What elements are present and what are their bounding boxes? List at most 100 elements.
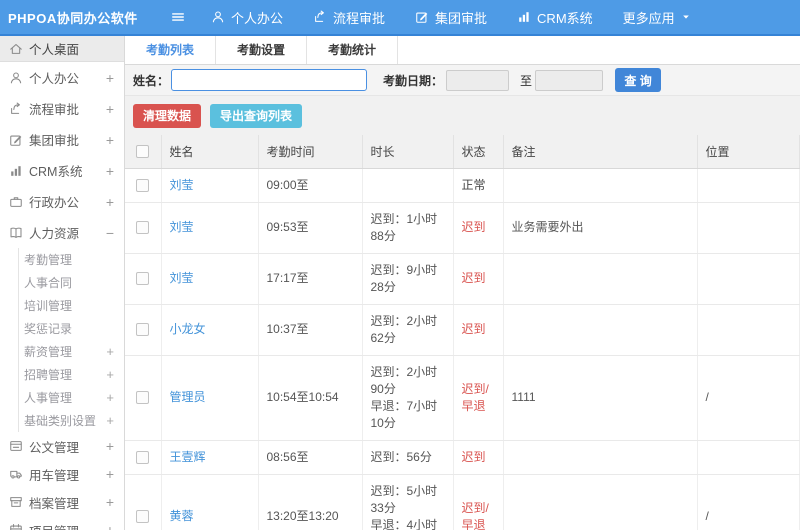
nav-item[interactable]: 个人办公 [211,8,283,27]
expand-icon[interactable]: + [106,194,116,210]
date-to-input[interactable] [535,69,604,91]
table-row: 王壹辉 08:56至 迟到：56分 迟到 [125,440,800,475]
location-cell: / [697,355,800,441]
name-cell: 小龙女 [161,304,259,356]
archive-icon [9,495,23,509]
expand-icon[interactable]: + [106,466,116,482]
status-badge: 迟到 [461,271,486,285]
user-icon [9,71,23,85]
nav-item[interactable]: 集团审批 [415,8,487,27]
row-checkbox-cell [125,253,162,305]
nav-item[interactable]: 流程审批 [313,8,385,27]
sidebar-item[interactable]: 用车管理 + [0,460,124,488]
duration-line: 迟到：2小时90分 [370,364,438,396]
tab-item[interactable]: 考勤设置 [216,36,308,64]
nav-item[interactable]: 更多应用 [623,8,691,27]
attendance-time-cell: 09:00至 [258,168,363,203]
duration-line: 早退：7小时10分 [370,398,438,430]
duration-cell: 迟到：2小时62分 [362,304,454,356]
status-badge: 正常 [461,177,486,192]
sidebar-subitem[interactable]: 基础类别设置 + [19,409,124,432]
employee-name-link[interactable]: 刘莹 [170,178,194,192]
briefcase-icon [9,195,23,209]
expand-icon[interactable]: + [106,132,116,148]
attendance-table: 姓名 考勤时间 时长 状态 备注 位置 刘莹 09:00至 正常 刘莹 09:53至 迟到：1小时8… [125,135,800,530]
sidebar-item[interactable]: 个人桌面 [0,36,124,62]
employee-name-link[interactable]: 黄蓉 [170,509,194,523]
sidebar-item[interactable]: 集团审批 + [0,124,124,155]
export-list-button[interactable]: 导出查询列表 [210,103,303,128]
expand-icon[interactable]: + [106,163,116,179]
nav-item-label: 个人办公 [231,10,284,26]
tab-bar: 考勤列表 考勤设置 考勤统计 [125,36,800,65]
column-header: 备注 [503,135,698,169]
sidebar-subitem[interactable]: 人事合同 [19,271,124,294]
expand-icon[interactable]: + [106,413,114,428]
expand-icon[interactable]: + [106,344,114,359]
sidebar-subitem[interactable]: 人事管理 + [19,386,124,409]
sidebar-subitem[interactable]: 招聘管理 + [19,363,124,386]
duration-cell [362,168,454,203]
location-cell [697,202,800,254]
tab-item[interactable]: 考勤统计 [307,36,399,64]
row-checkbox[interactable] [136,272,150,286]
expand-icon[interactable]: + [106,367,114,382]
caret-down-icon [681,12,691,22]
sidebar-subitem-label: 人事合同 [24,276,73,290]
hamburger-menu-button[interactable] [171,10,185,24]
status-badge: 迟到/早退 [461,500,489,531]
status-badge: 迟到 [461,322,486,336]
sidebar-subitem-label: 培训管理 [24,299,73,313]
expand-icon[interactable]: + [106,70,116,86]
table-row: 刘莹 09:53至 迟到：1小时88分 迟到 业务需要外出 [125,202,800,254]
column-header: 时长 [362,135,454,169]
date-from-input[interactable] [446,69,510,91]
row-checkbox[interactable] [136,323,150,337]
edit-icon [9,133,23,147]
sidebar-subitem[interactable]: 考勤管理 [19,248,124,271]
clean-data-button[interactable]: 清理数据 [133,103,202,128]
employee-name-link[interactable]: 王壹辉 [170,450,206,464]
employee-name-link[interactable]: 刘莹 [170,220,194,234]
sidebar-item[interactable]: CRM系统 + [0,155,124,186]
expand-icon[interactable]: + [106,390,114,405]
sidebar-item[interactable]: 公文管理 + [0,432,124,460]
sidebar-subitem[interactable]: 薪资管理 + [19,340,124,363]
row-checkbox-cell [125,440,162,475]
duration-cell: 迟到：2小时90分 早退：7小时10分 [362,355,454,441]
sidebar-item[interactable]: 项目管理+ [0,516,124,530]
select-all-checkbox[interactable] [136,145,150,159]
expand-icon[interactable]: + [106,101,116,117]
expand-icon[interactable]: + [106,522,116,530]
document-icon [9,439,23,453]
sidebar-item[interactable]: 流程审批 + [0,93,124,124]
name-filter-input[interactable] [171,69,368,91]
sidebar-item[interactable]: 档案管理 + [0,488,124,516]
collapse-icon[interactable]: − [106,225,116,241]
duration-cell: 迟到：9小时28分 [362,253,454,305]
expand-icon[interactable]: + [106,494,116,510]
row-checkbox[interactable] [136,221,150,235]
sidebar-item-label: 用车管理 [29,468,80,483]
row-checkbox[interactable] [136,450,150,464]
expand-icon[interactable]: + [106,438,116,454]
remark-cell [503,474,698,530]
name-cell: 黄蓉 [161,474,259,530]
sidebar-item[interactable]: 个人办公 + [0,62,124,93]
sidebar-item[interactable]: 行政办公 + [0,186,124,217]
sidebar-subitem[interactable]: 奖惩记录 [19,317,124,340]
row-checkbox-cell [125,168,162,203]
row-checkbox[interactable] [136,391,150,405]
remark-cell [503,304,698,356]
employee-name-link[interactable]: 刘莹 [170,271,194,285]
sidebar-item[interactable]: 人力资源 − [0,217,124,248]
sidebar-subitem[interactable]: 培训管理 [19,294,124,317]
date-filter-label: 考勤日期： [383,73,444,88]
row-checkbox[interactable] [136,510,150,524]
row-checkbox[interactable] [136,178,150,192]
query-button[interactable]: 查 询 [615,68,662,92]
tab-active[interactable]: 考勤列表 [125,36,217,64]
nav-item[interactable]: CRM系统 [517,8,593,27]
employee-name-link[interactable]: 管理员 [170,390,206,404]
employee-name-link[interactable]: 小龙女 [170,322,206,336]
